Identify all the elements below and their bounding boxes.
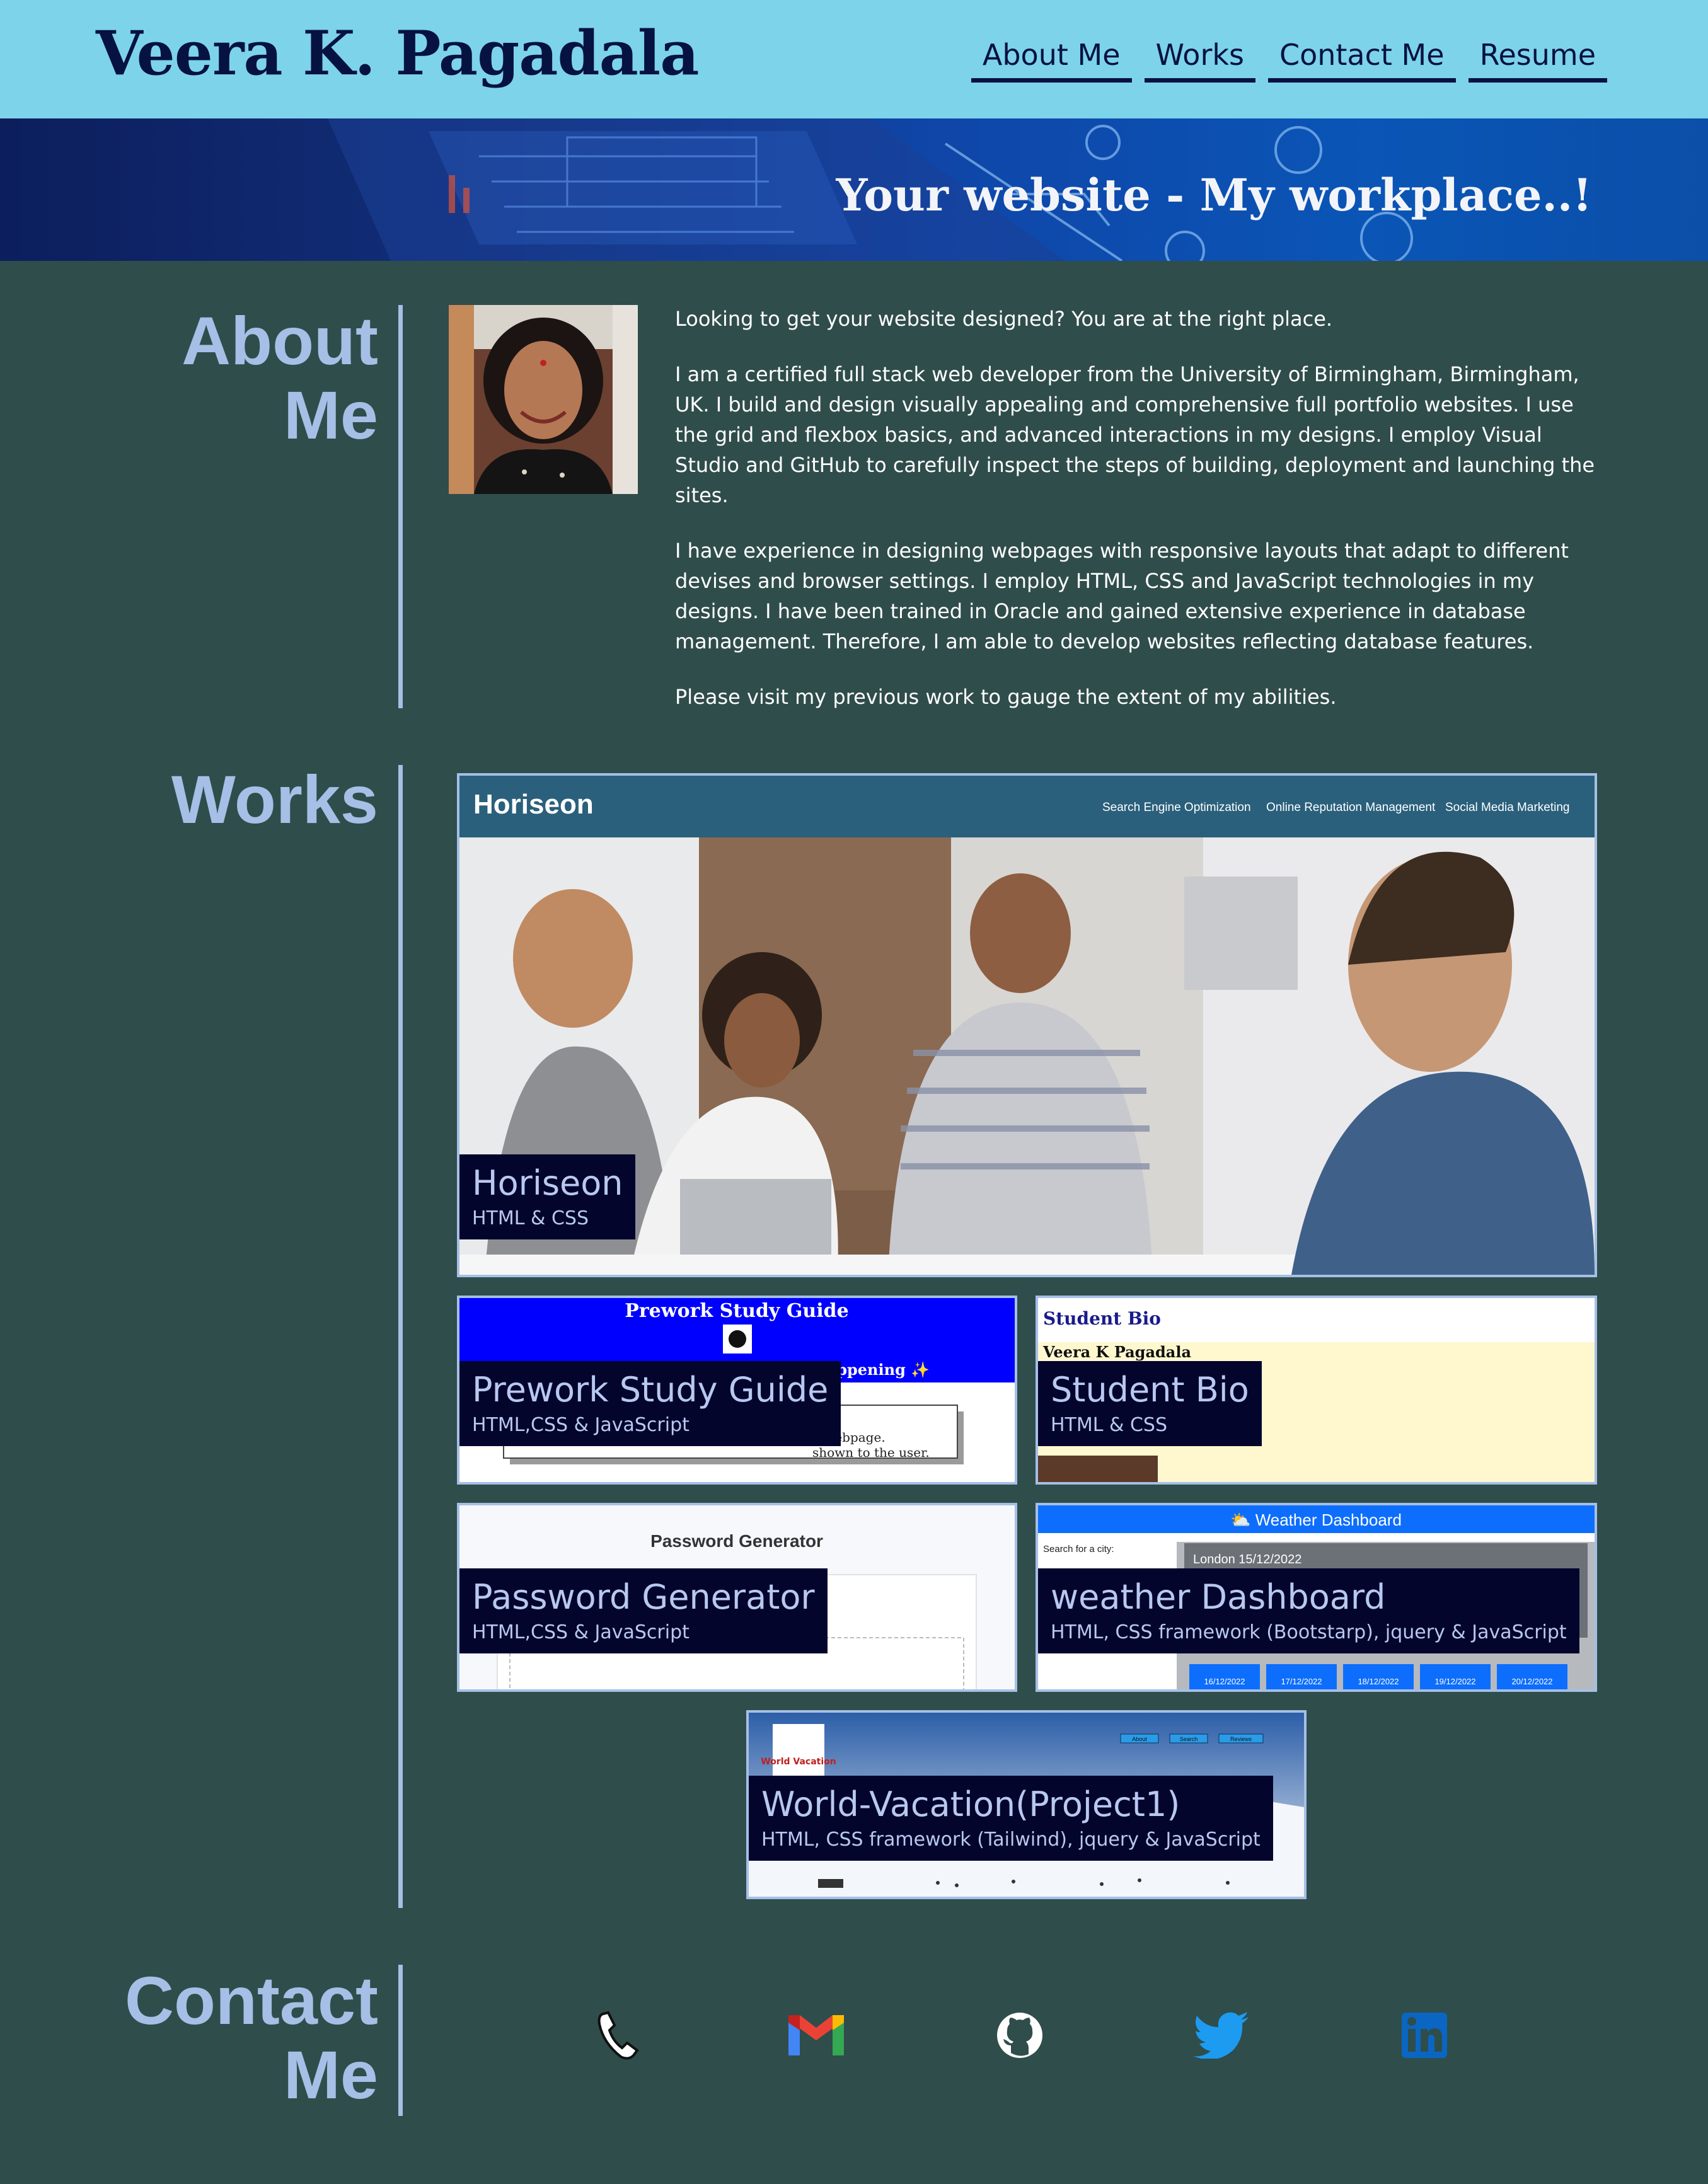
about-paragraph: Looking to get your website designed? Yo… — [675, 307, 1333, 331]
linkedin-icon[interactable] — [1393, 2004, 1456, 2067]
project-card-horiseon[interactable]: Horiseon Search Engine Optimization Onli… — [457, 773, 1597, 1277]
project-label: World-Vacation(Project1) HTML, CSS frame… — [749, 1776, 1273, 1861]
nav-link-resume[interactable]: Resume — [1468, 38, 1607, 83]
world-vacation-preview-link: Search — [1180, 1736, 1198, 1742]
hero-tagline: Your website - My workplace..! — [836, 169, 1592, 221]
project-label: Student Bio HTML & CSS — [1038, 1361, 1262, 1446]
project-card-student-bio[interactable]: Student Bio Veera K Pagadala Student Bio… — [1036, 1296, 1597, 1485]
gmail-icon[interactable] — [785, 2004, 848, 2067]
project-tech: HTML & CSS — [472, 1207, 589, 1229]
project-card-password-generator[interactable]: Password Generator Password Generator HT… — [457, 1503, 1017, 1692]
about-paragraph: I have experience in designing webpages … — [675, 539, 1569, 653]
horiseon-preview-brand: Horiseon — [473, 789, 594, 820]
main-nav: About Me Works Contact Me Resume — [971, 38, 1607, 83]
about-paragraph: Please visit my previous work to gauge t… — [675, 685, 1337, 709]
works-divider — [398, 765, 403, 1908]
project-tech: HTML,CSS & JavaScript — [472, 1621, 690, 1643]
project-card-weather-dashboard[interactable]: ⛅ Weather Dashboard Search for a city: L… — [1036, 1503, 1597, 1692]
about-text: Looking to get your website designed? Yo… — [675, 304, 1608, 737]
project-name: World-Vacation(Project1) — [761, 1785, 1180, 1824]
weather-preview-city: London 15/12/2022 — [1193, 1553, 1301, 1566]
project-name: Prework Study Guide — [472, 1370, 829, 1410]
prework-preview-text: shown to the user. — [812, 1445, 930, 1460]
contact-divider — [398, 1965, 403, 2116]
horiseon-preview-link: Social Media Marketing — [1445, 801, 1569, 814]
project-name: Student Bio — [1051, 1370, 1249, 1410]
project-label: Prework Study Guide HTML,CSS & JavaScrip… — [459, 1361, 841, 1446]
weather-preview-day: 19/12/2022 — [1434, 1677, 1475, 1686]
nav-link-about-me[interactable]: About Me — [971, 38, 1132, 83]
project-tech: HTML & CSS — [1051, 1414, 1167, 1436]
github-icon[interactable] — [988, 2004, 1051, 2067]
prework-preview-title: Prework Study Guide — [625, 1300, 848, 1322]
password-preview-title: Password Generator — [650, 1531, 823, 1551]
project-card-prework-study-guide[interactable]: Prework Study Guide Happening ✨ e webpag… — [457, 1296, 1017, 1485]
world-vacation-preview-link: About — [1132, 1736, 1147, 1742]
about-heading: About Me — [182, 302, 378, 453]
site-header: Veera K. Pagadala About Me Works Contact… — [0, 0, 1708, 118]
site-title: Veera K. Pagadala — [96, 18, 699, 89]
hero-banner: Your website - My workplace..! — [0, 118, 1708, 261]
nav-link-contact-me[interactable]: Contact Me — [1267, 38, 1456, 83]
weather-preview-day: 20/12/2022 — [1511, 1677, 1552, 1686]
student-bio-preview-owner: Veera K Pagadala — [1042, 1343, 1191, 1361]
works-heading: Works — [171, 761, 378, 837]
weather-preview-day: 18/12/2022 — [1358, 1677, 1399, 1686]
world-vacation-preview-link: Reviews — [1230, 1736, 1252, 1742]
horiseon-preview-link: Search Engine Optimization — [1102, 801, 1251, 814]
about-paragraph: I am a certified full stack web develope… — [675, 362, 1595, 507]
weather-preview-search: Search for a city: — [1043, 1544, 1114, 1555]
nav-link-works[interactable]: Works — [1144, 38, 1255, 83]
project-tech: HTML, CSS framework (Tailwind), jquery &… — [761, 1829, 1261, 1851]
profile-photo — [449, 305, 638, 494]
project-tech: HTML, CSS framework (Bootstarp), jquery … — [1051, 1621, 1567, 1643]
project-label: Horiseon HTML & CSS — [459, 1154, 636, 1239]
project-label: weather Dashboard HTML, CSS framework (B… — [1038, 1568, 1579, 1653]
project-name: weather Dashboard — [1051, 1577, 1386, 1617]
project-label: Password Generator HTML,CSS & JavaScript — [459, 1568, 828, 1653]
project-card-world-vacation[interactable]: World Vacation About Search Reviews Worl… — [746, 1710, 1307, 1899]
project-name: Password Generator — [472, 1577, 815, 1617]
horiseon-preview-link: Online Reputation Management — [1266, 801, 1436, 814]
project-name: Horiseon — [472, 1163, 623, 1203]
student-bio-preview-title: Student Bio — [1043, 1308, 1161, 1329]
phone-icon[interactable] — [586, 2004, 649, 2067]
project-tech: HTML,CSS & JavaScript — [472, 1414, 690, 1436]
twitter-icon[interactable] — [1190, 2004, 1253, 2067]
weather-preview-day: 17/12/2022 — [1281, 1677, 1322, 1686]
contact-heading: Contact Me — [125, 1962, 378, 2113]
weather-preview-title: ⛅ Weather Dashboard — [1230, 1510, 1402, 1529]
weather-preview-day: 16/12/2022 — [1204, 1677, 1245, 1686]
about-divider — [398, 305, 403, 708]
world-vacation-preview-logo: World Vacation — [761, 1757, 836, 1767]
